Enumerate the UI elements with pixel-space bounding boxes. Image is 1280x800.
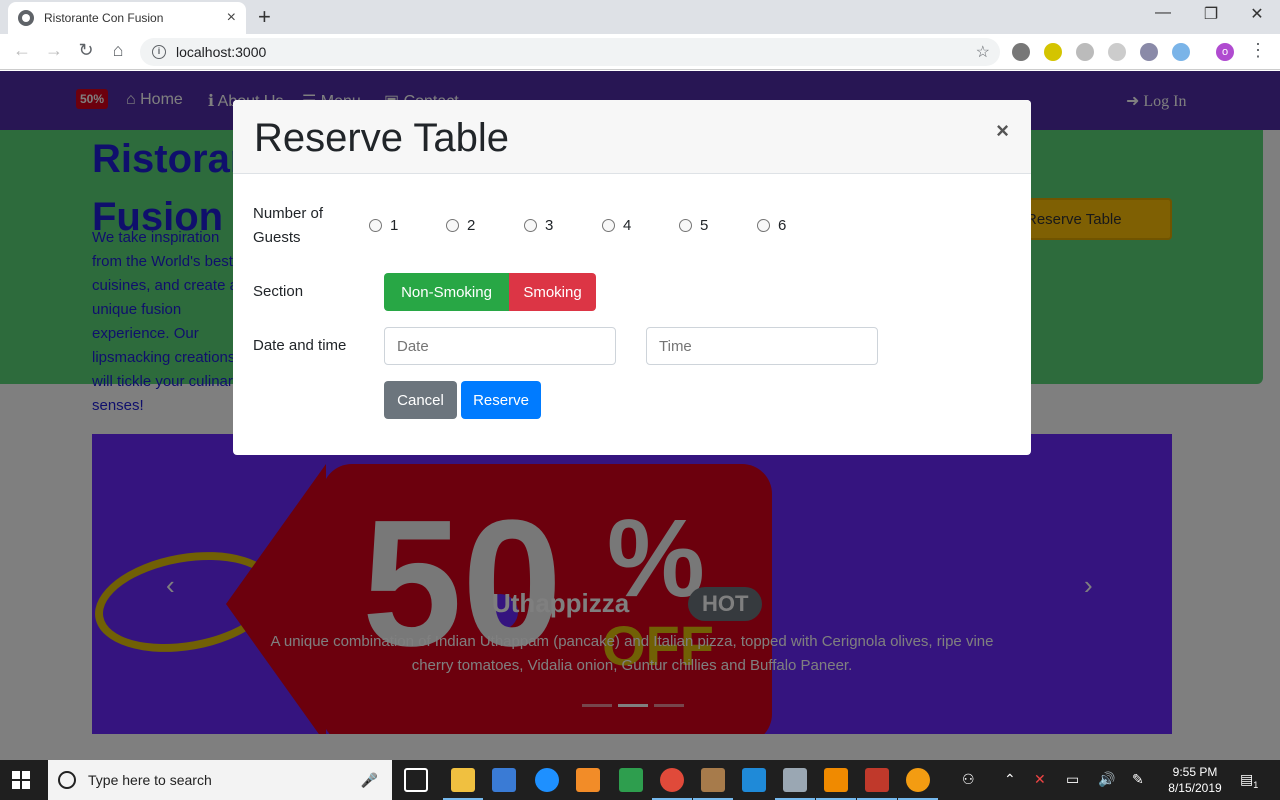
- clock-time: 9:55 PM: [1172, 765, 1218, 779]
- reserve-button[interactable]: Reserve: [461, 381, 541, 419]
- extension-blue-icon[interactable]: [1172, 43, 1190, 61]
- datetime-label: Date and time: [253, 337, 347, 354]
- cc-app-icon[interactable]: [898, 768, 938, 800]
- edge-icon[interactable]: [535, 768, 559, 792]
- extension-c-icon[interactable]: [1012, 43, 1030, 61]
- radio-icon[interactable]: [369, 219, 382, 232]
- battery-icon[interactable]: ▭: [1066, 771, 1079, 788]
- modal-close-button[interactable]: ×: [996, 118, 1009, 144]
- radio-icon[interactable]: [602, 219, 615, 232]
- date-input[interactable]: [384, 327, 616, 365]
- cancel-button[interactable]: Cancel: [384, 381, 457, 419]
- cortana-icon: [58, 771, 76, 789]
- section-label: Section: [253, 283, 304, 300]
- maximize-button[interactable]: ❐: [1188, 4, 1234, 24]
- volume-icon[interactable]: 🔊: [1098, 771, 1115, 788]
- media-app-icon[interactable]: [576, 768, 600, 792]
- taskbar-search-placeholder: Type here to search: [88, 772, 212, 788]
- browser-toolbar: ← → ↻ ⌂ i localhost:3000 ☆ o ⋮: [0, 34, 1280, 70]
- browser-tab[interactable]: Ristorante Con Fusion ×: [8, 2, 246, 34]
- vlc-icon[interactable]: [816, 768, 856, 800]
- file-explorer-icon[interactable]: [443, 768, 483, 800]
- guests-radio-1[interactable]: 1: [369, 217, 398, 234]
- store-icon[interactable]: [492, 768, 516, 792]
- time-input[interactable]: [646, 327, 878, 365]
- network-icon[interactable]: ✕: [1034, 771, 1046, 788]
- forward-button[interactable]: →: [42, 40, 66, 61]
- guests-label: Number of Guests: [253, 202, 323, 250]
- radio-icon[interactable]: [757, 219, 770, 232]
- taskbar-search[interactable]: Type here to search 🎤: [48, 760, 392, 800]
- new-tab-button[interactable]: +: [258, 4, 271, 30]
- guests-option-label: 1: [390, 217, 399, 234]
- reload-button[interactable]: ↻: [74, 40, 98, 61]
- remote-desktop-icon[interactable]: [775, 768, 815, 800]
- web-page: 50% ⌂ Home ℹ About Us ☰ Menu ▣ Contact ➜…: [0, 71, 1280, 760]
- guests-radio-3[interactable]: 3: [524, 217, 553, 234]
- minimize-button[interactable]: —: [1140, 4, 1186, 22]
- vscode-icon[interactable]: [742, 768, 766, 792]
- notification-center-icon[interactable]: ▤1: [1240, 771, 1258, 790]
- window-close-button[interactable]: ✕: [1234, 4, 1280, 24]
- people-icon[interactable]: ⚇: [962, 771, 975, 788]
- extension-home-icon[interactable]: [1076, 43, 1094, 61]
- guests-option-label: 4: [623, 217, 632, 234]
- site-info-icon[interactable]: i: [152, 45, 166, 59]
- guests-label-line2: Guests: [253, 229, 301, 246]
- non-smoking-button[interactable]: Non-Smoking: [384, 273, 509, 311]
- profile-avatar[interactable]: o: [1216, 43, 1234, 61]
- chart-app-icon[interactable]: [619, 768, 643, 792]
- notification-count: 1: [1253, 779, 1259, 790]
- guests-label-line1: Number of: [253, 205, 324, 222]
- system-clock[interactable]: 9:55 PM 8/15/2019: [1158, 764, 1232, 796]
- windows-taskbar: Type here to search 🎤 ⚇ ⌃ ✕ ▭ 🔊 ✎ 9:55 P…: [0, 760, 1280, 800]
- windows-start-icon[interactable]: [12, 771, 30, 789]
- guests-option-label: 5: [700, 217, 709, 234]
- radio-icon[interactable]: [446, 219, 459, 232]
- smoking-button[interactable]: Smoking: [509, 273, 596, 311]
- browser-tabstrip: Ristorante Con Fusion × + — ❐ ✕: [0, 0, 1280, 34]
- git-kraken-icon[interactable]: [857, 768, 897, 800]
- url-text: localhost:3000: [176, 44, 267, 60]
- guests-radio-6[interactable]: 6: [757, 217, 786, 234]
- extension-search-icon[interactable]: [1108, 43, 1126, 61]
- tab-close-icon[interactable]: ×: [227, 9, 236, 27]
- extension-yellow-icon[interactable]: [1044, 43, 1062, 61]
- bookmark-star-icon[interactable]: ☆: [976, 42, 990, 62]
- guests-radio-4[interactable]: 4: [602, 217, 631, 234]
- pen-icon[interactable]: ✎: [1132, 771, 1144, 788]
- guests-option-label: 6: [778, 217, 787, 234]
- extension-shield-icon[interactable]: [1140, 43, 1158, 61]
- favicon-icon: [18, 10, 34, 26]
- radio-icon[interactable]: [679, 219, 692, 232]
- tab-title: Ristorante Con Fusion: [44, 11, 164, 25]
- sublime-icon[interactable]: [693, 768, 733, 800]
- modal-header: Reserve Table ×: [233, 100, 1031, 174]
- modal-title: Reserve Table: [254, 116, 509, 160]
- home-button[interactable]: ⌂: [106, 40, 130, 61]
- browser-menu-icon[interactable]: ⋮: [1246, 40, 1270, 61]
- tray-expand-icon[interactable]: ⌃: [1004, 771, 1016, 788]
- microphone-icon[interactable]: 🎤: [361, 772, 378, 789]
- address-bar[interactable]: i localhost:3000 ☆: [140, 38, 1000, 66]
- clock-date: 8/15/2019: [1168, 781, 1222, 795]
- guests-radio-5[interactable]: 5: [679, 217, 708, 234]
- radio-icon[interactable]: [524, 219, 537, 232]
- guests-radio-2[interactable]: 2: [446, 217, 475, 234]
- chrome-icon[interactable]: [652, 768, 692, 800]
- reserve-table-modal: Reserve Table × Number of Guests 1 2 3 4…: [233, 100, 1031, 455]
- guests-option-label: 2: [467, 217, 476, 234]
- back-button[interactable]: ←: [10, 40, 34, 61]
- task-view-icon[interactable]: [404, 768, 428, 792]
- guests-option-label: 3: [545, 217, 554, 234]
